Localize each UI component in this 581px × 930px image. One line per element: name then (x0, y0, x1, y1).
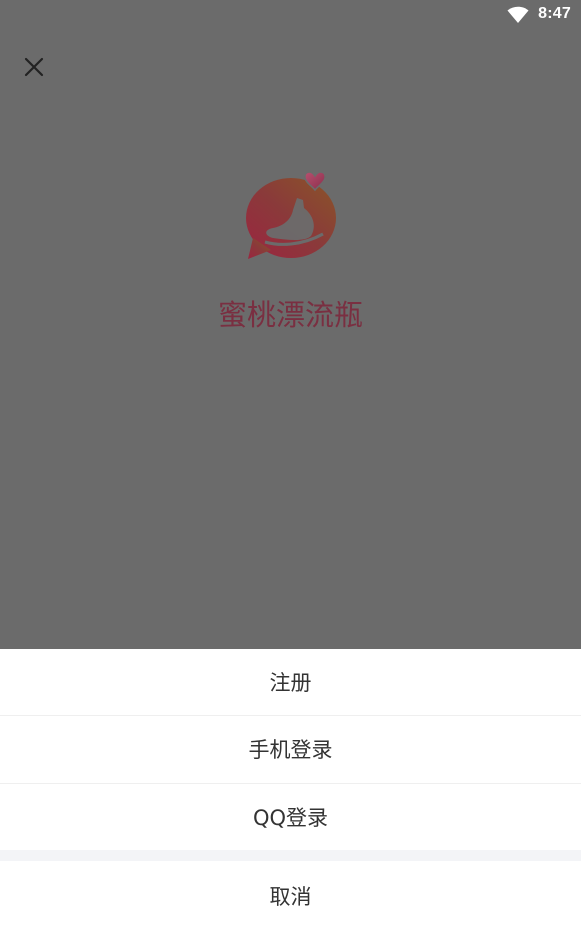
dimmed-background[interactable]: 8:47 蜜桃漂流瓶 (0, 0, 581, 649)
status-time: 8:47 (538, 5, 571, 22)
phone-login-button[interactable]: 手机登录 (0, 716, 581, 782)
wifi-icon (507, 6, 529, 24)
login-screen: 8:47 蜜桃漂流瓶 注册 手机登录 QQ登录 取消 (0, 0, 581, 930)
app-logo-icon (246, 171, 336, 259)
app-name: 蜜桃漂流瓶 (217, 298, 363, 332)
sheet-gap (0, 850, 581, 861)
close-icon (24, 57, 44, 77)
cancel-button[interactable]: 取消 (0, 861, 581, 930)
login-action-sheet: 注册 手机登录 QQ登录 取消 (0, 649, 581, 930)
register-button[interactable]: 注册 (0, 649, 581, 715)
qq-login-button[interactable]: QQ登录 (0, 784, 581, 850)
status-bar: 8:47 (0, 0, 581, 30)
close-button[interactable] (16, 49, 52, 85)
